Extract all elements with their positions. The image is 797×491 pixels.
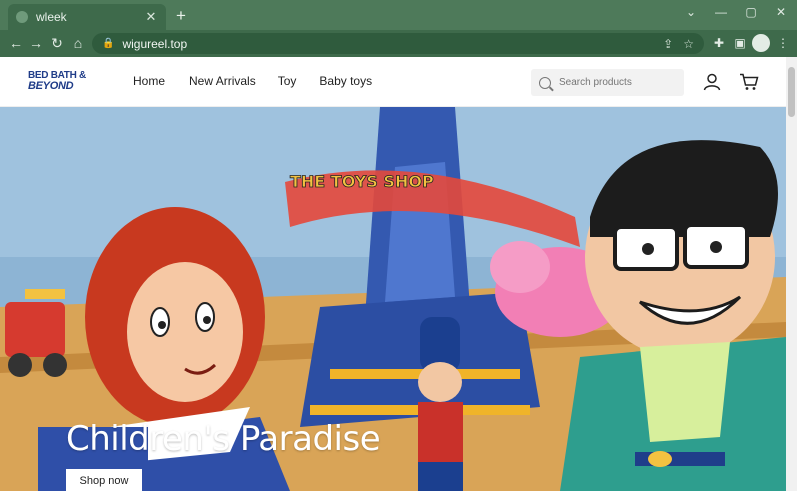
share-icon[interactable]: ⇪ — [663, 37, 673, 51]
browser-chrome: wleek ✕ + ⌄ — ▢ ✕ ← → ↻ ⌂ 🔒 wigureel.top… — [0, 0, 797, 57]
lock-icon: 🔒 — [102, 38, 115, 49]
profile-avatar-icon[interactable] — [752, 34, 770, 52]
extensions-icon[interactable]: ✚ — [710, 34, 728, 52]
address-bar[interactable]: 🔒 wigureel.top ⇪ ☆ — [92, 33, 704, 54]
search-icon — [539, 76, 551, 89]
browser-tab[interactable]: wleek ✕ — [8, 4, 166, 30]
forward-icon[interactable]: → — [26, 33, 46, 53]
back-icon[interactable]: ← — [6, 33, 26, 53]
main-nav: Home New Arrivals Toy Baby toys — [133, 74, 372, 88]
nav-home[interactable]: Home — [133, 74, 165, 88]
site-header: BED BATH & BEYOND Home New Arrivals Toy … — [0, 57, 786, 107]
tab-bar: wleek ✕ + ⌄ — ▢ ✕ — [0, 0, 797, 30]
hero-banner[interactable]: THE TOYS SHOP Children's Paradise Shop n… — [0, 107, 786, 491]
search-box[interactable] — [531, 69, 684, 96]
nav-baby-toys[interactable]: Baby toys — [319, 74, 372, 88]
tab-title: wleek — [36, 10, 67, 24]
menu-kebab-icon[interactable]: ⋮ — [774, 34, 792, 52]
account-icon[interactable] — [703, 73, 721, 91]
tab-search-icon[interactable]: ⌄ — [676, 2, 706, 22]
maximize-button[interactable]: ▢ — [736, 2, 766, 22]
shop-now-button[interactable]: Shop now — [66, 469, 142, 491]
scroll-thumb[interactable] — [788, 67, 795, 117]
sign-text: THE TOYS SHOP — [290, 172, 434, 191]
hero-title: Children's Paradise — [66, 419, 381, 459]
bookmark-star-icon[interactable]: ☆ — [683, 37, 694, 51]
search-input[interactable] — [559, 77, 679, 88]
page-scrollbar[interactable] — [786, 57, 797, 491]
minimize-button[interactable]: — — [706, 2, 736, 22]
nav-new-arrivals[interactable]: New Arrivals — [189, 74, 256, 88]
browser-toolbar: ← → ↻ ⌂ 🔒 wigureel.top ⇪ ☆ ✚ ▣ ⋮ — [0, 30, 797, 57]
nav-toy[interactable]: Toy — [278, 74, 297, 88]
close-window-button[interactable]: ✕ — [766, 2, 796, 22]
cart-icon[interactable] — [739, 73, 759, 91]
favicon-icon — [16, 11, 28, 23]
site-logo[interactable]: BED BATH & BEYOND — [28, 70, 88, 92]
tab-close-icon[interactable]: ✕ — [144, 9, 158, 25]
sidepanel-icon[interactable]: ▣ — [731, 34, 749, 52]
reload-icon[interactable]: ↻ — [47, 33, 67, 53]
logo-line2: BEYOND — [28, 80, 74, 92]
url-text: wigureel.top — [122, 36, 188, 51]
home-icon[interactable]: ⌂ — [68, 33, 88, 53]
new-tab-button[interactable]: + — [172, 6, 190, 26]
